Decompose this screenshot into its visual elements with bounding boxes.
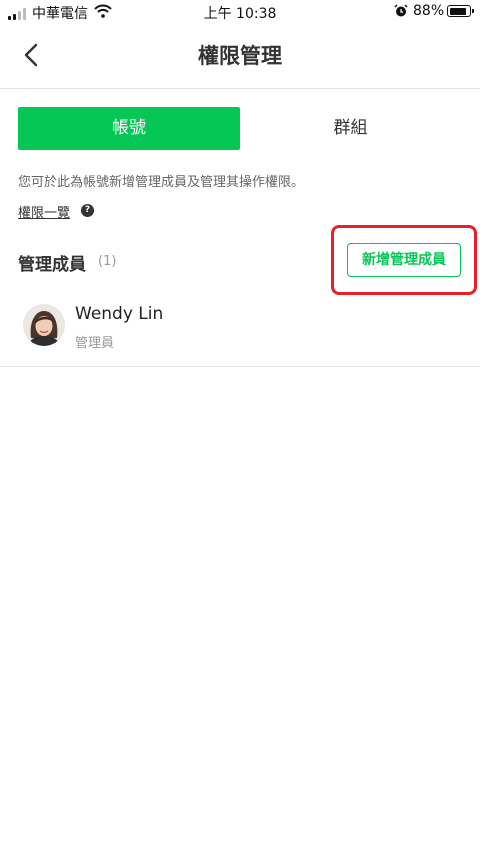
add-admin-button[interactable]: 新增管理成員 [347, 243, 461, 277]
avatar [23, 304, 65, 346]
tab-groups[interactable]: 群組 [240, 107, 461, 150]
tab-accounts[interactable]: 帳號 [18, 107, 240, 150]
list-item[interactable]: Wendy Lin 管理員 [0, 294, 480, 367]
alarm-icon [394, 4, 408, 17]
members-count: (1) [98, 254, 117, 269]
nav-bar: 權限管理 [0, 24, 480, 89]
member-name: Wendy Lin [75, 304, 164, 324]
status-time: 上午 10:38 [203, 6, 277, 22]
members-section-title: 管理成員 [18, 255, 86, 275]
battery-icon [447, 5, 474, 17]
member-role: 管理員 [75, 336, 115, 351]
help-icon[interactable]: ? [81, 204, 94, 217]
battery-percent: 88% [413, 3, 445, 19]
page-title: 權限管理 [198, 44, 282, 68]
description-text: 您可於此為帳號新增管理成員及管理其操作權限。 [18, 175, 305, 190]
tab-bar: 帳號 群組 [18, 107, 461, 150]
status-bar: 中華電信 上午 10:38 88% [0, 0, 480, 24]
permission-list-link[interactable]: 權限一覽 [18, 202, 70, 221]
